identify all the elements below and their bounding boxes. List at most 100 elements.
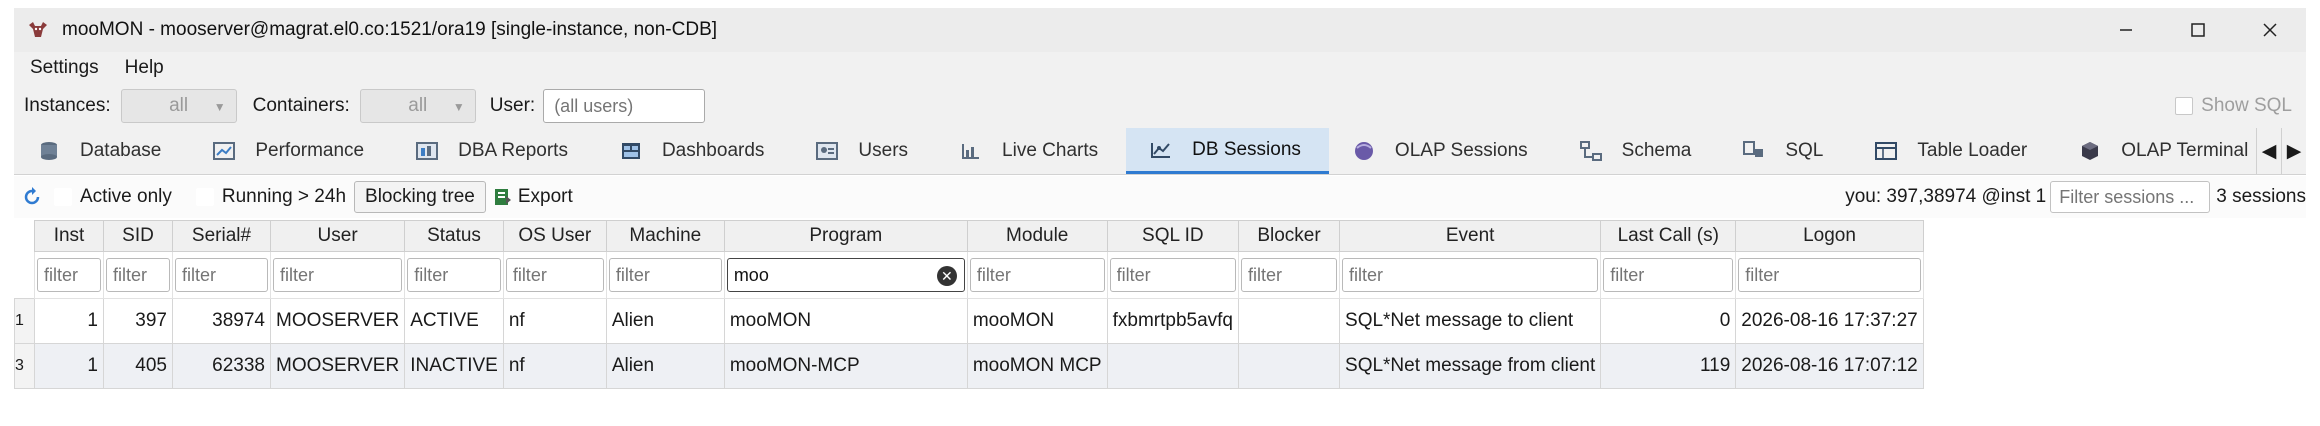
minimize-button[interactable]	[2090, 8, 2162, 52]
user-field[interactable]	[543, 89, 706, 123]
tab-scroll-left-button[interactable]: ◀	[2256, 128, 2281, 174]
tab-label: Schema	[1621, 140, 1692, 161]
column-header-program[interactable]: Program	[723, 220, 968, 252]
cell-machine: Alien	[605, 343, 725, 389]
cell-blocker	[1238, 343, 1341, 389]
filter-user[interactable]	[273, 258, 403, 292]
cell-last-call: 0	[1600, 298, 1737, 344]
tab-db-sessions[interactable]: DB Sessions	[1126, 128, 1329, 174]
column-header-user[interactable]: User	[269, 220, 406, 252]
tab-live-charts[interactable]: Live Charts	[936, 128, 1126, 174]
column-header-logon[interactable]: Logon	[1735, 220, 1924, 252]
running-checkbox[interactable]	[195, 188, 214, 206]
filter-sid[interactable]	[106, 258, 170, 292]
show-sql-toggle[interactable]: Show SQL	[2175, 84, 2292, 128]
blocking-tree-button[interactable]: Blocking tree	[354, 181, 486, 213]
cell-serial: 62338	[172, 343, 271, 389]
chevron-left-icon: ◀	[2261, 140, 2277, 162]
chevron-down-icon: ▼	[213, 100, 226, 114]
filter-logon[interactable]	[1738, 258, 1921, 292]
filter-machine[interactable]	[608, 258, 722, 292]
users-icon	[814, 140, 840, 162]
containers-combo[interactable]: all ▼	[359, 89, 476, 123]
export-button[interactable]: Export	[494, 186, 573, 208]
cell-status: ACTIVE	[404, 298, 504, 344]
maximize-button[interactable]	[2162, 8, 2234, 52]
tab-scroll-right-button[interactable]: ▶	[2281, 128, 2306, 174]
reports-icon	[414, 140, 440, 162]
refresh-button[interactable]	[22, 187, 42, 207]
containers-value: all	[408, 95, 428, 116]
filter-program[interactable]	[726, 258, 965, 292]
tab-table-loader[interactable]: Table Loader	[1851, 128, 2055, 174]
column-header-blocker[interactable]: Blocker	[1238, 220, 1341, 252]
column-header-sql-id[interactable]: SQL ID	[1106, 220, 1240, 252]
filter-status[interactable]	[407, 258, 501, 292]
menu-help[interactable]: Help	[109, 57, 180, 79]
instances-combo[interactable]: all ▼	[120, 89, 237, 123]
cell-logon: 2026-08-16 17:07:12	[1735, 343, 1924, 389]
cell-sid: 397	[103, 298, 173, 344]
clear-filter-icon[interactable]: ✕	[936, 266, 957, 286]
show-sql-label: Show SQL	[2201, 95, 2292, 116]
column-header-machine[interactable]: Machine	[605, 220, 725, 252]
column-header-status[interactable]: Status	[404, 220, 504, 252]
sessions-toolbar: Active only Running > 24h Blocking tree …	[14, 176, 2306, 218]
column-header-event[interactable]: Event	[1339, 220, 1602, 252]
cell-module: mooMON MCP	[966, 343, 1108, 389]
minimize-icon	[2120, 29, 2132, 31]
column-header-last-call[interactable]: Last Call (s)	[1600, 220, 1737, 252]
filter-sessions-input[interactable]	[2050, 181, 2211, 213]
tab-olap-sessions[interactable]: OLAP Sessions	[1329, 128, 1556, 174]
filter-last-call[interactable]	[1603, 258, 1734, 292]
tab-performance[interactable]: Performance	[189, 128, 392, 174]
filter-os-user[interactable]	[505, 258, 604, 292]
tab-database[interactable]: Database	[14, 128, 189, 174]
title-bar: mooMON - mooserver@magrat.el0.co:1521/or…	[14, 8, 2306, 52]
table-row[interactable]: 3 1 405 62338 MOOSERVER INACTIVE nf Alie…	[14, 343, 1924, 389]
table-row[interactable]: 1 1 397 38974 MOOSERVER ACTIVE nf Alien …	[14, 298, 1924, 344]
row-number: 1	[14, 298, 35, 344]
filter-sql-id[interactable]	[1109, 258, 1237, 292]
filter-inst[interactable]	[37, 258, 101, 292]
sql-icon	[1741, 140, 1767, 162]
cell-inst: 1	[34, 298, 104, 344]
column-header-inst[interactable]: Inst	[34, 220, 104, 252]
cell-os-user: nf	[502, 343, 607, 389]
tab-olap-terminal[interactable]: OLAP Terminal	[2055, 128, 2276, 174]
running-label: Running > 24h	[221, 186, 347, 207]
chart-icon	[958, 140, 984, 162]
refresh-icon	[24, 187, 40, 205]
tab-dba-reports[interactable]: DBA Reports	[392, 128, 596, 174]
tab-dashboards[interactable]: Dashboards	[596, 128, 792, 174]
show-sql-checkbox[interactable]	[2175, 97, 2194, 115]
cell-sid: 405	[103, 343, 173, 389]
active-only-checkbox[interactable]	[54, 188, 72, 206]
filter-module[interactable]	[969, 258, 1105, 292]
dashboard-icon	[618, 140, 644, 162]
cell-event: SQL*Net message from client	[1339, 343, 1602, 389]
column-header-sid[interactable]: SID	[103, 220, 173, 252]
tab-schema[interactable]: Schema	[1556, 128, 1720, 174]
close-button[interactable]	[2234, 8, 2306, 52]
cell-last-call: 119	[1600, 343, 1737, 389]
filter-event[interactable]	[1342, 258, 1599, 292]
chevron-right-icon: ▶	[2286, 140, 2302, 162]
filter-serial[interactable]	[175, 258, 268, 292]
column-header-serial[interactable]: Serial#	[172, 220, 271, 252]
tab-label: Table Loader	[1917, 140, 2028, 161]
cell-sql-id: fxbmrtpb5avfq	[1106, 298, 1240, 344]
filter-blocker[interactable]	[1241, 258, 1338, 292]
running-toggle[interactable]: Running > 24h	[195, 186, 347, 208]
tab-users[interactable]: Users	[792, 128, 936, 174]
tab-sql[interactable]: SQL	[1719, 128, 1851, 174]
active-only-toggle[interactable]: Active only	[54, 186, 172, 208]
cell-inst: 1	[34, 343, 104, 389]
menu-settings[interactable]: Settings	[14, 57, 109, 79]
column-header-os-user[interactable]: OS User	[502, 220, 607, 252]
row-number-header	[14, 220, 35, 252]
current-session-label: you: 397,38974 @inst 1	[1845, 186, 2047, 207]
cell-program: mooMON	[723, 298, 968, 344]
column-header-module[interactable]: Module	[966, 220, 1108, 252]
menu-bar: Settings Help	[14, 52, 2306, 85]
